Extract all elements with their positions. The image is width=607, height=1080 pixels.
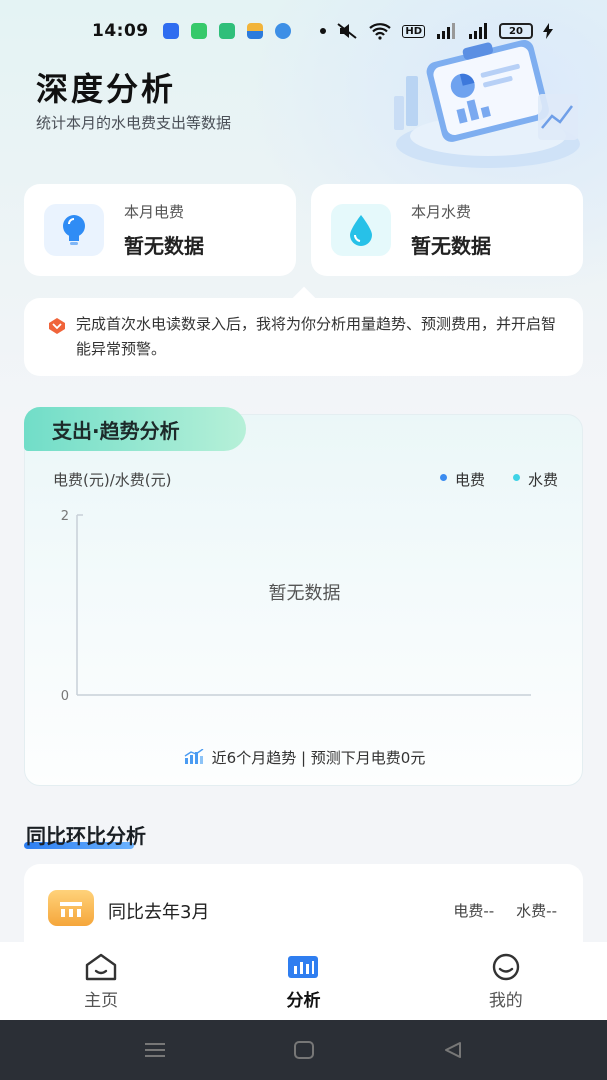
system-navigation-bar (0, 1020, 607, 1080)
comparison-electric-value: 电费-- (453, 902, 495, 920)
tab-analysis-label: 分析 (286, 990, 321, 1011)
lightbulb-icon-box (44, 204, 104, 256)
electric-fee-value: 暂无数据 (124, 234, 204, 258)
water-fee-value: 暂无数据 (411, 234, 491, 258)
message-notification-icon (190, 23, 207, 39)
browser-notification-icon (274, 23, 291, 39)
app-notification-icon (162, 23, 179, 39)
electric-fee-card[interactable]: 本月电费 暂无数据 (24, 184, 296, 276)
water-fee-card[interactable]: 本月水费 暂无数据 (311, 184, 583, 276)
status-time: 14:09 (92, 21, 149, 41)
chart-footer: 近6个月趋势 | 预测下月电费0元 (25, 747, 584, 768)
more-dot-icon (320, 28, 327, 34)
smile-face-icon (492, 953, 520, 980)
bank-notification-icon (246, 23, 263, 39)
water-drop-icon-box (331, 204, 391, 256)
comparison-row-label: 同比去年3月 (108, 902, 210, 923)
chart-footer-text: 近6个月趋势 | 预测下月电费0元 (211, 749, 426, 767)
chart-y-tick-label: 0 (61, 689, 69, 704)
tip-card: 完成首次水电读数录入后，我将为你分析用量趋势、预测费用，并开启智能异常预警。 (24, 298, 583, 376)
mute-icon (337, 23, 357, 39)
chart-empty-text: 暂无数据 (268, 583, 341, 604)
water-fee-label: 本月水费 (411, 203, 472, 221)
tip-text: 完成首次水电读数录入后，我将为你分析用量趋势、预测费用，并开启智能异常预警。 (76, 315, 557, 358)
electric-fee-label: 本月电费 (124, 203, 185, 221)
tab-home-label: 主页 (84, 990, 119, 1011)
home-icon (85, 953, 117, 980)
tab-mine[interactable]: 我的 (446, 952, 566, 1011)
tab-analysis[interactable]: 分析 (243, 952, 363, 1011)
bottom-tab-bar: 主页 分析 我的 (0, 942, 607, 1020)
comparison-water-value: 水费-- (516, 902, 557, 920)
calendar-icon (48, 890, 94, 926)
bar-chart-small-icon (184, 748, 204, 764)
page-title: 深度分析 (36, 70, 177, 108)
clipboard-chart-illustration (394, 39, 580, 168)
tab-home[interactable]: 主页 (41, 952, 161, 1011)
comparison-values: 电费-- 水费-- (453, 900, 557, 921)
phone-notification-icon (218, 23, 235, 39)
gem-icon (49, 318, 65, 334)
water-drop-icon (350, 215, 372, 246)
lightbulb-icon (63, 215, 85, 245)
menu-icon[interactable] (142, 1040, 168, 1060)
page-subtitle: 统计本月的水电费支出等数据 (36, 114, 232, 132)
home-square-icon[interactable] (291, 1040, 317, 1060)
bar-chart-icon (288, 955, 319, 978)
chart-y-tick-label: 2 (61, 509, 69, 524)
comparison-section-title: 同比环比分析 (26, 824, 146, 848)
trend-chart-card: 支出·趋势分析 电费(元)/水费(元) 电费 水费 20 暂无数据 近6个月趋势… (24, 407, 584, 786)
back-triangle-icon[interactable] (440, 1040, 466, 1060)
tab-mine-label: 我的 (488, 990, 523, 1011)
